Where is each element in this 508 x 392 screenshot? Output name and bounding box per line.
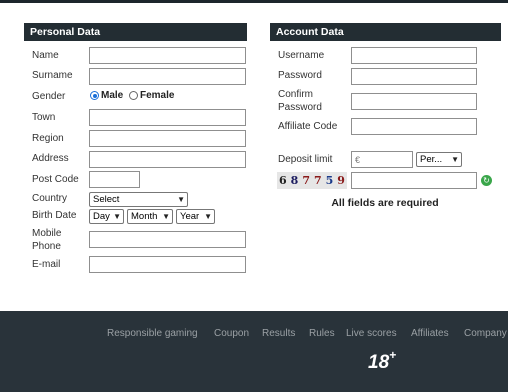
gender-male-label[interactable]: Male (101, 90, 123, 102)
address-input[interactable] (89, 151, 246, 168)
birth-month-value: Month (131, 211, 158, 222)
postcode-label: Post Code (32, 174, 79, 185)
mobile-label-line2: Phone (32, 241, 61, 252)
deposit-limit-input[interactable] (351, 151, 413, 168)
town-input[interactable] (89, 109, 246, 126)
town-label: Town (32, 112, 56, 123)
gender-male-radio[interactable] (90, 91, 99, 100)
postcode-input[interactable] (89, 171, 140, 188)
chevron-down-icon: ▼ (162, 212, 170, 221)
chevron-down-icon: ▼ (177, 195, 185, 204)
address-label: Address (32, 153, 69, 164)
captcha-digit: 7 (313, 174, 322, 187)
refresh-captcha-icon[interactable]: ↻ (481, 175, 492, 186)
gender-female-label[interactable]: Female (140, 90, 174, 102)
password-label: Password (278, 70, 322, 81)
footer-link-rules[interactable]: Rules (309, 328, 335, 339)
age-number: 18 (368, 352, 390, 373)
country-select[interactable]: Select ▼ (89, 192, 188, 207)
email-label: E-mail (32, 259, 61, 270)
footer-link-responsible-gaming[interactable]: Responsible gaming (107, 328, 198, 339)
birth-month-select[interactable]: Month ▼ (127, 209, 173, 224)
captcha-digit: 5 (325, 174, 334, 187)
name-label: Name (32, 50, 59, 61)
footer-link-affiliates[interactable]: Affiliates (411, 328, 449, 339)
chevron-down-icon: ▼ (113, 212, 121, 221)
confirm-password-label-line1: Confirm (278, 89, 314, 100)
footer-link-live-scores[interactable]: Live scores (346, 328, 397, 339)
captcha-input[interactable] (351, 172, 477, 189)
username-input[interactable] (351, 47, 477, 64)
account-data-header: Account Data (270, 23, 501, 41)
affiliate-code-label: Affiliate Code (278, 121, 338, 132)
footer (0, 311, 508, 392)
name-input[interactable] (89, 47, 246, 64)
password-input[interactable] (351, 68, 477, 85)
personal-data-header: Personal Data (24, 23, 247, 41)
mobile-phone-input[interactable] (89, 231, 246, 248)
confirm-password-input[interactable] (351, 93, 477, 110)
chevron-down-icon: ▼ (204, 212, 212, 221)
deposit-period-select[interactable]: Per... ▼ (416, 152, 462, 167)
surname-input[interactable] (89, 68, 246, 85)
country-label: Country (32, 193, 68, 204)
footer-link-coupon[interactable]: Coupon (214, 328, 249, 339)
deposit-period-value: Per... (420, 154, 443, 165)
gender-label: Gender (32, 91, 66, 102)
birth-year-select[interactable]: Year ▼ (176, 209, 215, 224)
required-fields-note: All fields are required (331, 197, 439, 209)
country-select-value: Select (93, 194, 120, 205)
region-label: Region (32, 133, 64, 144)
region-input[interactable] (89, 130, 246, 147)
chevron-down-icon: ▼ (451, 155, 459, 164)
affiliate-code-input[interactable] (351, 118, 477, 135)
username-label: Username (278, 50, 325, 61)
captcha-image: 687759 (277, 172, 347, 189)
captcha-digit: 9 (337, 174, 345, 187)
age-plus: + (389, 348, 397, 362)
top-bar (0, 0, 508, 3)
birth-day-select[interactable]: Day ▼ (89, 209, 124, 224)
captcha-digit: 7 (302, 174, 310, 187)
birth-day-value: Day (93, 211, 110, 222)
birthdate-label: Birth Date (32, 210, 77, 221)
gender-female-radio[interactable] (129, 91, 138, 100)
age-restriction-badge: 18+ (368, 348, 396, 374)
footer-link-company[interactable]: Company (464, 328, 507, 339)
email-input[interactable] (89, 256, 246, 273)
mobile-label-line1: Mobile (32, 228, 62, 239)
captcha-digit: 8 (290, 174, 299, 187)
deposit-limit-label: Deposit limit (278, 154, 333, 165)
footer-link-results[interactable]: Results (262, 328, 295, 339)
birth-year-value: Year (180, 211, 200, 222)
captcha-digit: 6 (279, 174, 287, 187)
confirm-password-label-line2: Password (278, 102, 322, 113)
surname-label: Surname (32, 70, 73, 81)
